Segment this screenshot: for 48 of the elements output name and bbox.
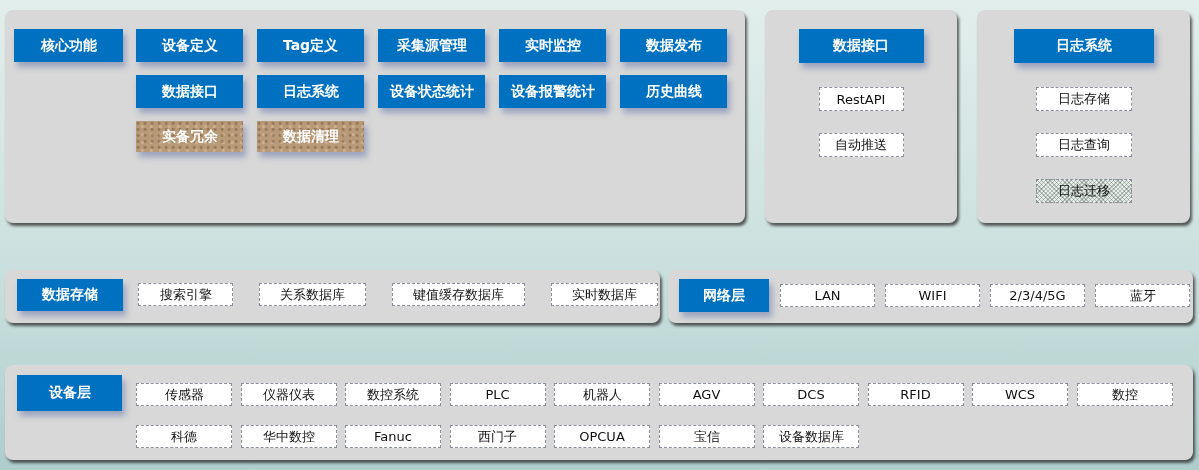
module-tile: 数据清理 — [257, 121, 364, 152]
module-tag: 搜索引擎 — [138, 283, 233, 306]
section-header: 数据存储 — [17, 279, 123, 311]
module-tile: 设备定义 — [136, 29, 243, 62]
module-tag: 数控系统 — [345, 383, 441, 406]
module-tag: 键值缓存数据库 — [392, 283, 525, 306]
section-header: 数据接口 — [798, 29, 924, 63]
module-tag: WCS — [972, 383, 1068, 406]
module-tag: WIFI — [885, 284, 980, 307]
module-tile: 设备状态统计 — [378, 75, 485, 108]
module-tag: OPCUA — [554, 425, 650, 448]
module-tag: 日志查询 — [1035, 133, 1132, 157]
section-header: 核心功能 — [14, 29, 123, 62]
module-tile: Tag定义 — [257, 29, 364, 62]
module-tag: 设备数据库 — [763, 425, 859, 448]
module-tag: 数控 — [1076, 383, 1173, 406]
module-tag: RFID — [867, 383, 964, 406]
module-tag: 关系数据库 — [259, 283, 366, 306]
module-tag: RestAPI — [818, 87, 904, 111]
module-tag: LAN — [780, 284, 875, 307]
module-tag: AGV — [658, 383, 755, 406]
module-tag: 自动推送 — [818, 133, 904, 157]
module-tag: Fanuc — [345, 425, 441, 448]
module-tile: 日志系统 — [257, 75, 364, 108]
module-tile: 数据接口 — [136, 75, 243, 108]
module-tag: 日志迁移 — [1035, 179, 1132, 203]
module-tag: 仪器仪表 — [240, 383, 337, 406]
module-tag: 机器人 — [554, 383, 650, 406]
module-tag: 华中数控 — [240, 425, 337, 448]
module-tag: 实时数据库 — [551, 283, 658, 306]
section-header: 设备层 — [17, 375, 122, 411]
module-tag: 宝信 — [658, 425, 755, 448]
module-tile: 实时监控 — [499, 29, 606, 62]
section-header: 日志系统 — [1013, 29, 1154, 63]
section-header: 网络层 — [679, 279, 769, 312]
module-tag: 传感器 — [136, 383, 232, 406]
module-tile: 历史曲线 — [620, 75, 727, 108]
module-tag: 蓝牙 — [1095, 284, 1190, 307]
module-tag: 西门子 — [449, 425, 546, 448]
module-tag: 日志存储 — [1035, 87, 1132, 111]
module-tag: DCS — [763, 383, 859, 406]
module-tile: 采集源管理 — [378, 29, 485, 62]
module-tile: 设备报警统计 — [499, 75, 606, 108]
module-tile: 实备冗余 — [136, 121, 243, 152]
module-tag: 2/3/4/5G — [990, 284, 1085, 307]
module-tile: 数据发布 — [620, 29, 727, 62]
module-tag: 科德 — [136, 425, 232, 448]
module-tag: PLC — [449, 383, 546, 406]
